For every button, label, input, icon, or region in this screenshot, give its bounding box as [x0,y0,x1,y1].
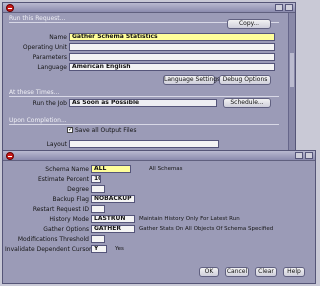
schema-name-field[interactable]: ALL [91,165,131,173]
history-mode-field[interactable]: LASTRUN [91,215,135,223]
parameters-label: Parameters [32,54,67,61]
minimize-icon[interactable] [275,4,283,11]
section-run-header: Run this Request... [9,15,66,22]
invalidate-cursors-hint: Yes [115,246,124,252]
backup-flag-field[interactable]: NOBACKUP [91,195,135,203]
section-completion-header: Upon Completion... [9,117,67,124]
degree-label: Degree [67,186,89,193]
clear-button[interactable]: Clear [255,267,277,277]
schema-name-label: Schema Name [45,166,89,173]
title-bar [3,151,315,161]
name-label: Name [49,34,67,41]
restart-request-id-label: Restart Request ID [32,206,89,213]
invalidate-cursors-field[interactable]: Y [91,245,107,253]
restart-request-id-field[interactable] [91,205,105,213]
gather-options-field[interactable]: GATHER [91,225,135,233]
run-the-job-field[interactable]: As Soon as Possible [69,99,217,107]
close-icon[interactable] [6,152,14,160]
parameters-window: Schema Name ALL All Schemas Estimate Per… [2,150,316,284]
title-bar [3,3,295,13]
language-settings-button[interactable]: Language Settings... [163,75,226,85]
backup-flag-label: Backup Flag [52,196,89,203]
ok-button[interactable]: OK [199,267,219,277]
maximize-icon[interactable] [285,4,293,11]
window-controls [275,4,293,12]
gather-options-hint: Gather Stats On All Objects Of Schema Sp… [139,226,274,232]
debug-options-button[interactable]: Debug Options [219,75,271,85]
operating-unit-label: Operating Unit [22,44,67,51]
language-label: Language [37,64,67,71]
estimate-percent-label: Estimate Percent [38,176,89,183]
save-output-label: Save all Output Files [75,127,137,134]
close-icon[interactable] [6,4,14,12]
name-field[interactable]: Gather Schema Statistics [69,33,275,41]
run-the-job-label: Run the Job [32,100,67,107]
operating-unit-field[interactable] [69,43,275,51]
divider [9,96,279,97]
invalidate-cursors-label: Invalidate Dependent Cursors [5,246,95,253]
schedule-button[interactable]: Schedule... [223,98,271,108]
history-mode-label: History Mode [49,216,89,223]
minimize-icon[interactable] [295,152,303,159]
maximize-icon[interactable] [305,152,313,159]
window-controls [295,152,313,160]
layout-label: Layout [46,141,67,148]
language-field[interactable]: American English [69,63,275,71]
parameters-field[interactable] [69,53,275,61]
help-button[interactable]: Help [283,267,305,277]
degree-field[interactable] [91,185,105,193]
modifications-threshold-label: Modifications Threshold [17,236,89,243]
scrollbar-thumb[interactable] [290,53,294,87]
gather-options-label: Gather Options [43,226,89,233]
estimate-percent-field[interactable]: 10 [91,175,101,183]
save-output-checkbox[interactable]: ✓ [67,127,73,133]
history-mode-hint: Maintain History Only For Latest Run [139,216,240,222]
section-times-header: At these Times... [9,89,60,96]
divider [9,124,279,125]
modifications-threshold-field[interactable] [91,235,105,243]
copy-button[interactable]: Copy... [227,19,271,29]
cancel-button[interactable]: Cancel [225,267,249,277]
schema-name-hint: All Schemas [149,166,183,172]
layout-field[interactable] [69,140,219,148]
